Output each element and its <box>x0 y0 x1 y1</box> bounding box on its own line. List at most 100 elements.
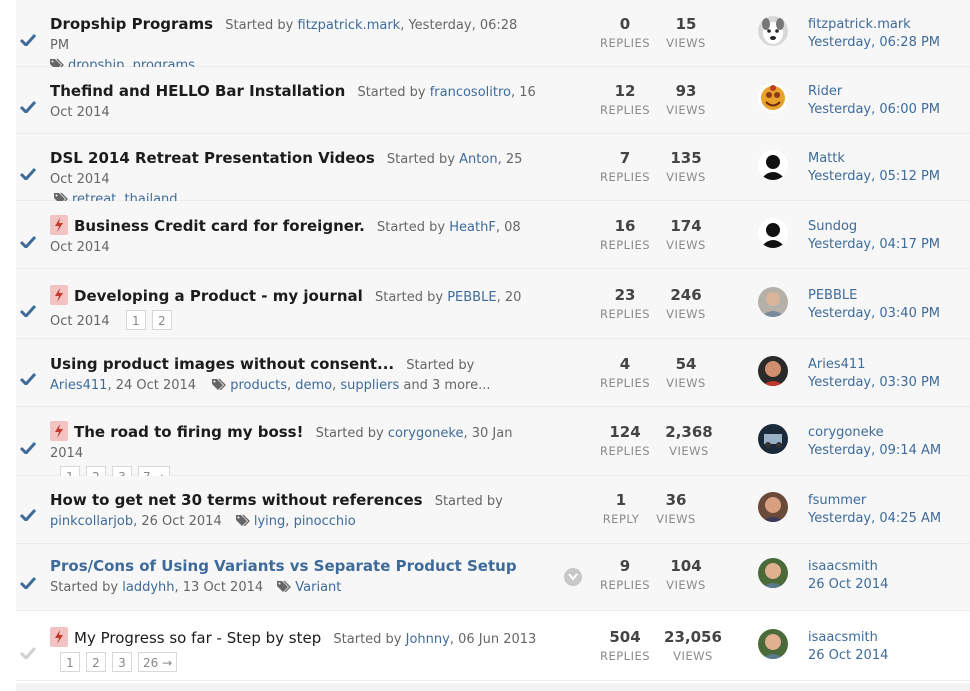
topic-author[interactable]: HeathF <box>449 220 496 235</box>
last-poster[interactable]: Mattk <box>808 150 940 168</box>
page-link[interactable]: 2 <box>86 652 106 672</box>
views-count: 174 <box>670 217 702 235</box>
views-count: 135 <box>670 149 702 167</box>
page-link[interactable]: 1 <box>60 652 80 672</box>
avatar[interactable] <box>758 83 788 113</box>
avatar[interactable] <box>758 16 788 46</box>
replies-label: REPLY <box>602 512 640 526</box>
last-poster[interactable]: PEBBLE <box>808 287 940 305</box>
topic-author[interactable]: pinkcollarjob <box>50 514 133 529</box>
last-post-time[interactable]: Yesterday, 03:40 PM <box>808 305 940 323</box>
topic-row[interactable]: Using product images without consent... … <box>16 339 970 407</box>
topic-list: Dropship Programs Started by fitzpatrick… <box>16 0 970 681</box>
topic-row[interactable]: The road to firing my boss! Started by c… <box>16 407 970 486</box>
avatar[interactable] <box>758 150 788 180</box>
views-label: VIEWS <box>666 170 706 184</box>
topic-title[interactable]: The road to firing my boss! <box>74 423 303 441</box>
page-link[interactable]: 26 → <box>138 652 178 672</box>
views-count: 93 <box>675 82 697 100</box>
tag-icon <box>212 377 227 391</box>
replies-count: 7 <box>619 149 631 167</box>
last-poster[interactable]: fsummer <box>808 492 941 510</box>
topic-row[interactable]: Thefind and HELLO Bar Installation Start… <box>16 67 970 134</box>
tag-link[interactable]: Variant <box>295 580 341 595</box>
topic-row[interactable]: Business Credit card for foreigner. Star… <box>16 201 970 269</box>
last-poster[interactable]: Sundog <box>808 218 940 236</box>
topic-author[interactable]: PEBBLE <box>447 290 496 305</box>
topic-author[interactable]: Johnny <box>406 632 450 647</box>
last-post-time[interactable]: 26 Oct 2014 <box>808 647 888 665</box>
tag-link[interactable]: products <box>230 378 287 393</box>
topic-author[interactable]: laddyhh <box>122 580 174 595</box>
topic-title[interactable]: How to get net 30 terms without referenc… <box>50 491 423 509</box>
check-icon <box>20 577 36 589</box>
avatar[interactable] <box>758 287 788 317</box>
hot-topic-icon <box>50 421 68 441</box>
topic-author[interactable]: corygoneke <box>388 426 464 441</box>
topic-title[interactable]: Thefind and HELLO Bar Installation <box>50 82 345 100</box>
topic-title[interactable]: Dropship Programs <box>50 15 213 33</box>
views-label: VIEWS <box>666 238 706 252</box>
topic-title[interactable]: My Progress so far - Step by step <box>74 629 321 647</box>
last-post-time[interactable]: Yesterday, 04:25 AM <box>808 510 941 528</box>
topic-row[interactable]: Developing a Product - my journal Starte… <box>16 269 970 339</box>
topic-row[interactable]: DSL 2014 Retreat Presentation Videos Sta… <box>16 134 970 207</box>
last-poster[interactable]: Aries411 <box>808 356 940 374</box>
started-by-label: Started by <box>377 220 446 235</box>
page-link[interactable]: 3 <box>112 652 132 672</box>
more-tags[interactable]: and 3 more... <box>403 378 490 393</box>
started-by-label: Started by <box>357 85 426 100</box>
last-poster[interactable]: corygoneke <box>808 424 941 442</box>
views-label: VIEWS <box>669 444 709 458</box>
views-label: VIEWS <box>666 578 706 592</box>
avatar[interactable] <box>758 629 788 659</box>
tag-link[interactable]: suppliers <box>340 378 399 393</box>
tag-icon <box>277 579 292 593</box>
topic-title[interactable]: DSL 2014 Retreat Presentation Videos <box>50 149 375 167</box>
last-post-time[interactable]: Yesterday, 03:30 PM <box>808 374 940 392</box>
views-label: VIEWS <box>666 307 706 321</box>
avatar[interactable] <box>758 558 788 588</box>
topic-date: 24 Oct 2014 <box>115 378 197 393</box>
last-post-time[interactable]: 26 Oct 2014 <box>808 576 888 594</box>
topic-date: 26 Oct 2014 <box>141 514 222 529</box>
topic-author[interactable]: Anton <box>459 152 497 167</box>
last-poster[interactable]: Rider <box>808 83 940 101</box>
topic-title[interactable]: Pros/Cons of Using Variants vs Separate … <box>50 557 517 575</box>
last-poster[interactable]: fitzpatrick.mark <box>808 16 940 34</box>
topic-row[interactable]: How to get net 30 terms without referenc… <box>16 476 970 544</box>
replies-count: 12 <box>614 82 636 100</box>
replies-label: REPLIES <box>599 307 651 321</box>
topic-title[interactable]: Business Credit card for foreigner. <box>74 217 365 235</box>
last-post-time[interactable]: Yesterday, 05:12 PM <box>808 168 940 186</box>
last-poster[interactable]: isaacsmith <box>808 558 888 576</box>
last-post-time[interactable]: Yesterday, 06:00 PM <box>808 101 940 119</box>
moderation-dropdown-icon[interactable] <box>564 568 582 586</box>
tag-link[interactable]: demo <box>295 378 332 393</box>
tag-link[interactable]: lying <box>254 514 285 529</box>
page-link[interactable]: 1 <box>125 310 146 330</box>
avatar[interactable] <box>758 424 788 454</box>
topic-row[interactable]: Pros/Cons of Using Variants vs Separate … <box>16 544 970 611</box>
topic-title[interactable]: Using product images without consent... <box>50 355 394 373</box>
topic-title[interactable]: Developing a Product - my journal <box>74 287 363 305</box>
check-icon <box>20 305 36 317</box>
replies-label: REPLIES <box>599 103 651 117</box>
last-post-time[interactable]: Yesterday, 09:14 AM <box>808 442 941 460</box>
topic-row[interactable]: Dropship Programs Started by fitzpatrick… <box>16 0 970 73</box>
last-post-time[interactable]: Yesterday, 06:28 PM <box>808 34 940 52</box>
topic-author[interactable]: francosolitro <box>430 85 511 100</box>
avatar[interactable] <box>758 356 788 386</box>
check-icon <box>20 509 36 521</box>
topic-row[interactable]: My Progress so far - Step by step Starte… <box>16 611 970 681</box>
page-link[interactable]: 2 <box>151 310 172 330</box>
avatar[interactable] <box>758 218 788 248</box>
tag-link[interactable]: pinocchio <box>294 514 356 529</box>
views-label: VIEWS <box>666 103 706 117</box>
last-post-time[interactable]: Yesterday, 04:17 PM <box>808 236 940 254</box>
avatar[interactable] <box>758 492 788 522</box>
topic-author[interactable]: fitzpatrick.mark <box>298 18 401 33</box>
last-poster[interactable]: isaacsmith <box>808 629 888 647</box>
topic-author[interactable]: Aries411 <box>50 378 107 393</box>
replies-label: REPLIES <box>599 170 651 184</box>
